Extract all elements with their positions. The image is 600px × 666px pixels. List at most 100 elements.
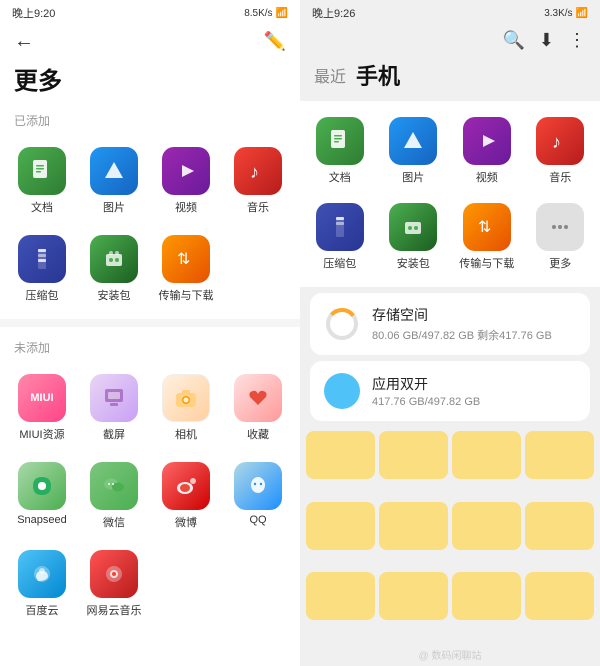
svg-text:⇅: ⇅ [177,251,190,268]
signal-text-left: 8.5K/s [244,8,272,19]
right-icon-apk[interactable]: 安装包 [378,195,450,279]
163music-label: 网易云音乐 [87,602,142,618]
transfer-icon-bg: ⇅ [162,235,210,283]
icon-miui[interactable]: MIUI MIUI资源 [8,366,76,450]
dual-dot [324,373,360,409]
video-label: 视频 [175,199,197,215]
folder-item[interactable] [525,502,594,550]
right-icon-video[interactable]: 视频 [451,109,523,193]
time-left: 晚上9:20 [12,5,55,21]
storage-info: 存储空间 80.06 GB/497.82 GB 剩余417.76 GB [372,305,552,343]
music-label: 音乐 [247,199,269,215]
qq-label: QQ [249,514,266,526]
weibo-label: 微博 [175,514,197,530]
folder-item[interactable] [379,502,448,550]
right-icon-music[interactable]: ♪ 音乐 [525,109,597,193]
right-photos-label: 图片 [402,169,424,185]
camera-label: 相机 [175,426,197,442]
icon-camera[interactable]: 相机 [152,366,220,450]
snapseed-label: Snapseed [17,514,67,526]
folder-item[interactable] [306,502,375,550]
signal-text-right: 3.3K/s [544,8,572,19]
storage-card[interactable]: 存储空间 80.06 GB/497.82 GB 剩余417.76 GB [310,293,590,355]
icon-transfer[interactable]: ⇅ 传输与下载 [152,227,220,311]
folder-item[interactable] [452,502,521,550]
right-icon-more[interactable]: 更多 [525,195,597,279]
icon-video[interactable]: 视频 [152,139,220,223]
folder-item[interactable] [379,431,448,479]
right-transfer-bg: ⇅ [463,203,511,251]
right-music-bg: ♪ [536,117,584,165]
folder-item[interactable] [452,572,521,620]
right-docs-bg [316,117,364,165]
icon-qq[interactable]: QQ [224,454,292,538]
search-button[interactable]: 🔍 [502,30,524,51]
wechat-label: 微信 [103,514,125,530]
icon-weibo[interactable]: 微博 [152,454,220,538]
right-apk-bg [389,203,437,251]
right-video-label: 视频 [476,169,498,185]
right-more-label: 更多 [549,255,571,271]
icon-snapseed[interactable]: Snapseed [8,454,76,538]
icon-collect[interactable]: 收藏 [224,366,292,450]
right-icons-grid: 文档 图片 视频 ♪ 音乐 压缩包 [300,101,600,287]
screenshot-label: 截屏 [103,426,125,442]
miui-icon-bg: MIUI [18,374,66,422]
right-icon-docs[interactable]: 文档 [304,109,376,193]
signal-area-right: 3.3K/s 📶 [544,8,588,19]
icon-photos[interactable]: 图片 [80,139,148,223]
divider-left [0,319,300,327]
not-added-icons-grid: MIUI MIUI资源 截屏 相机 收藏 Snapseed [0,362,300,630]
baiduyun-label: 百度云 [26,602,59,618]
apk-icon-bg [90,235,138,283]
storage-detail: 80.06 GB/497.82 GB 剩余417.76 GB [372,327,552,343]
watermark: @ 数码闲聊站 [300,643,600,666]
miui-label: MIUI资源 [19,426,64,442]
right-icon-transfer[interactable]: ⇅ 传输与下载 [451,195,523,279]
recent-label: 最近 [314,63,346,87]
zip-label: 压缩包 [26,287,59,303]
back-button[interactable]: ← [14,30,34,53]
phone-label: 手机 [356,59,400,91]
folder-item[interactable] [525,431,594,479]
folder-item[interactable] [306,572,375,620]
edit-button[interactable]: ✏️ [264,31,286,52]
right-icon-zip[interactable]: 压缩包 [304,195,376,279]
added-icons-grid: 文档 图片 视频 ♪ 音乐 压缩包 [0,135,300,315]
right-icon-photos[interactable]: 图片 [378,109,450,193]
apk-label: 安装包 [98,287,131,303]
icon-wechat[interactable]: 微信 [80,454,148,538]
signal-area-left: 8.5K/s 📶 [244,8,288,19]
icon-docs[interactable]: 文档 [8,139,76,223]
music-icon-bg: ♪ [234,147,282,195]
download-button[interactable]: ⬇ [539,30,554,51]
photos-icon-bg [90,147,138,195]
top-bar-right: 🔍 ⬇ ⋮ [300,24,600,59]
screenshot-icon-bg [90,374,138,422]
wifi-icon-right: 📶 [576,8,588,19]
icon-screenshot[interactable]: 截屏 [80,366,148,450]
dual-card[interactable]: 应用双开 417.76 GB/497.82 GB [310,361,590,421]
svg-text:♪: ♪ [552,132,561,152]
right-apk-label: 安装包 [397,255,430,271]
icon-baiduyun[interactable]: 百度云 [8,542,76,626]
right-music-label: 音乐 [549,169,571,185]
right-zip-bg [316,203,364,251]
top-bar-left: ← ✏️ [0,24,300,61]
storage-ring-chart [324,306,360,342]
folder-item[interactable] [452,431,521,479]
folder-item[interactable] [379,572,448,620]
folder-item[interactable] [306,431,375,479]
more-menu-button[interactable]: ⋮ [568,30,586,51]
wifi-icon: 📶 [276,8,288,19]
icon-163music[interactable]: 网易云音乐 [80,542,148,626]
icon-zip[interactable]: 压缩包 [8,227,76,311]
added-label: 已添加 [0,104,300,135]
icon-music[interactable]: ♪ 音乐 [224,139,292,223]
storage-title: 存储空间 [372,305,552,325]
icon-apk[interactable]: 安装包 [80,227,148,311]
svg-text:⇅: ⇅ [478,219,491,236]
docs-label: 文档 [31,199,53,215]
folder-item[interactable] [525,572,594,620]
weibo-icon-bg [162,462,210,510]
